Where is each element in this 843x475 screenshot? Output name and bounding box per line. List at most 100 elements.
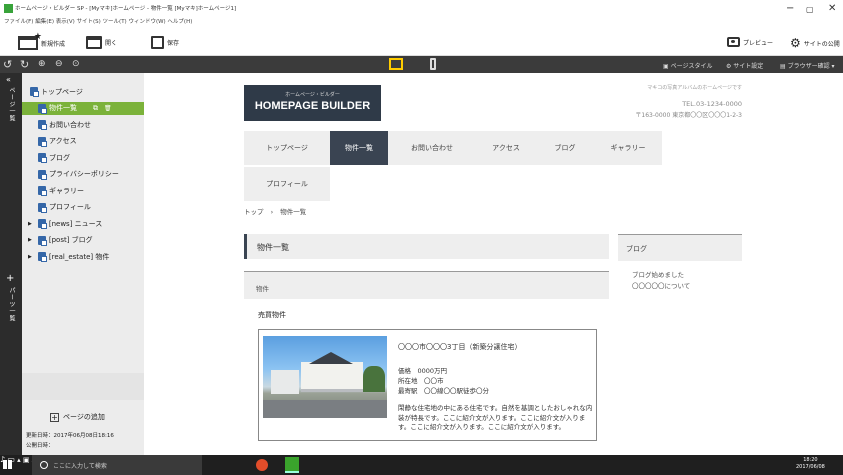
undo-icon[interactable]: ↺ xyxy=(3,58,12,71)
blog-item[interactable]: 〇〇〇〇〇について xyxy=(632,280,690,290)
page-icon xyxy=(37,219,47,229)
sidebar-tree-item[interactable]: ▶ [post] ブログ xyxy=(22,234,144,247)
plus-icon[interactable]: + xyxy=(6,273,14,284)
new-button[interactable]: ★ 新規作成 xyxy=(18,32,66,50)
search-placeholder: ここに入力して検索 xyxy=(53,462,107,470)
tree-item-label: プロフィール xyxy=(49,203,91,211)
page-style-button[interactable]: ▣ ページスタイル xyxy=(663,61,712,70)
app-browser-icon[interactable] xyxy=(256,459,268,471)
tree-item-label: 物件一覧 xyxy=(49,104,77,112)
site-address: 〒163-0000 東京都〇〇区〇〇〇1-2-3 xyxy=(635,112,742,119)
web-page-preview: ホームページ・ビルダー HOMEPAGE BUILDER マキコの写真アルバムの… xyxy=(244,73,742,455)
save-button[interactable]: 保存 xyxy=(151,36,179,49)
sidebar-tree-item[interactable]: アクセス xyxy=(22,135,144,148)
add-page-label: ページの追加 xyxy=(63,413,105,421)
breadcrumb-home[interactable]: トップ xyxy=(244,208,264,216)
sidebar-tree-item[interactable]: ブログ xyxy=(22,151,144,164)
breadcrumb: トップ › 物件一覧 xyxy=(244,206,306,216)
tree-item-label: トップページ xyxy=(41,87,83,96)
sidebar-tree-item[interactable]: ギャラリー xyxy=(22,184,144,197)
nav-item-profile[interactable]: プロフィール xyxy=(244,167,330,201)
sidebar-tree-item[interactable]: お問い合わせ xyxy=(22,118,144,131)
nav-item[interactable]: アクセス xyxy=(476,131,536,165)
new-label: 新規作成 xyxy=(41,40,66,48)
nav-item[interactable]: ブログ xyxy=(536,131,594,165)
breadcrumb-current: 物件一覧 xyxy=(280,208,307,216)
sidebar-tree-item[interactable]: トップページ xyxy=(22,85,144,98)
page-list-tab[interactable]: ページ一覧 xyxy=(7,87,16,122)
app-icon xyxy=(4,4,13,13)
blog-widget-heading: ブログ xyxy=(618,234,742,261)
delete-page-icon[interactable]: 🗑 xyxy=(104,105,112,112)
preview-button[interactable]: プレビュー xyxy=(727,37,773,47)
property-card[interactable]: 〇〇〇市〇〇〇3丁目（新築分譲住宅） 価格 0000万円 所在地 〇〇市 最寄駅… xyxy=(258,329,597,441)
sidebar-footer: + ページの追加 更新日時：2017年06月08日18:16 公開日時： xyxy=(22,400,144,455)
site-tagline: マキコの写真アルバムのホームページです xyxy=(647,85,742,91)
page-icon xyxy=(38,103,47,114)
open-icon xyxy=(86,36,102,49)
tree-item-label: [news] ニュース xyxy=(48,219,103,228)
sidebar-tree-item[interactable]: ▶ [news] ニュース xyxy=(22,217,144,230)
sidebar-tree-item[interactable]: プライバシーポリシー xyxy=(22,168,144,181)
menu-bar[interactable]: ファイル(F) 編集(E) 表示(V) サイト(S) ツール(T) ウィンドウ(… xyxy=(4,17,192,25)
parts-list-tab[interactable]: パーツ一覧 xyxy=(7,287,16,322)
sidebar-tree-item[interactable]: ▶ [real_estate] 物件 xyxy=(22,250,144,263)
minimize-button[interactable]: − xyxy=(786,3,794,14)
add-page-button[interactable]: + ページの追加 xyxy=(50,412,105,422)
tree-item-label: お問い合わせ xyxy=(49,120,91,129)
site-publish-button[interactable]: ⚙ サイトの公開 xyxy=(790,36,840,50)
property-photo[interactable] xyxy=(263,336,387,418)
tree-item-label: [real_estate] 物件 xyxy=(48,252,110,261)
collapse-icon[interactable]: « xyxy=(6,75,11,84)
taskbar-search-input[interactable]: ここに入力して検索 xyxy=(32,455,202,475)
browser-check-button[interactable]: ▤ ブラウザー確認 ▾ xyxy=(780,61,835,70)
logo-text: HOMEPAGE BUILDER xyxy=(254,100,371,112)
mobile-view-icon[interactable] xyxy=(430,58,436,70)
redo-icon[interactable]: ↻ xyxy=(20,58,29,71)
nav-item[interactable]: お問い合わせ xyxy=(388,131,476,165)
zoom-reset-icon[interactable]: ⊙ xyxy=(72,59,80,69)
nav-item[interactable]: トップページ xyxy=(244,131,330,165)
app-homepage-builder-icon[interactable] xyxy=(285,457,299,473)
site-settings-button[interactable]: ⚙ サイト設定 xyxy=(726,61,763,70)
section-label: 売買物件 xyxy=(258,311,286,319)
nav-item[interactable]: ギャラリー xyxy=(594,131,662,165)
page-icon xyxy=(30,87,39,97)
tree-item-label: ブログ xyxy=(49,153,70,162)
subheading: 物件 xyxy=(256,285,269,293)
property-title[interactable]: 〇〇〇市〇〇〇3丁目（新築分譲住宅） xyxy=(398,342,521,352)
new-page-icon: ★ xyxy=(18,32,42,50)
maximize-button[interactable]: ▢ xyxy=(806,5,814,14)
property-price: 価格 0000万円 xyxy=(398,367,448,375)
site-logo[interactable]: ホームページ・ビルダー HOMEPAGE BUILDER xyxy=(244,85,381,121)
page-icon xyxy=(38,136,47,147)
expand-arrow-icon[interactable]: ▶ xyxy=(28,254,32,260)
breadcrumb-separator: › xyxy=(270,208,274,216)
close-button[interactable]: ✕ xyxy=(828,3,836,14)
copy-page-icon[interactable]: ⧉ xyxy=(93,104,98,113)
sidebar-tree-item[interactable]: プロフィール xyxy=(22,201,144,214)
page-tree: トップページ 物件一覧 ⧉ 🗑 お問い合わせアクセスブログプライバシーポリシーギャラリー… xyxy=(22,73,144,373)
page-icon xyxy=(38,169,47,180)
zoom-in-icon[interactable]: ⊕ xyxy=(38,59,46,69)
editor-canvas: ホームページ・ビルダー HOMEPAGE BUILDER マキコの写真アルバムの… xyxy=(144,73,843,455)
sidebar-tree-item[interactable]: 物件一覧 ⧉ 🗑 xyxy=(22,101,144,115)
title-bar: ホームページ・ビルダー SP - [Myマキ]ホームページ - 物件一覧 [My… xyxy=(0,0,843,30)
expand-arrow-icon[interactable]: ▶ xyxy=(28,237,32,243)
page-icon xyxy=(38,186,47,196)
clock-time: 18:20 xyxy=(803,457,818,463)
page-icon xyxy=(37,235,47,246)
zoom-out-icon[interactable]: ⊖ xyxy=(55,59,63,69)
pc-view-icon[interactable] xyxy=(389,58,403,70)
page-icon xyxy=(38,120,47,130)
nav-item[interactable]: 物件一覧 xyxy=(330,131,388,165)
expand-arrow-icon[interactable]: ▶ xyxy=(28,221,32,227)
tree-item-label: [post] ブログ xyxy=(48,236,93,244)
gear-globe-icon: ⚙ xyxy=(790,36,801,50)
property-location: 所在地 〇〇市 xyxy=(398,377,444,385)
windows-start-icon[interactable] xyxy=(3,460,12,469)
open-button[interactable]: 開く xyxy=(86,36,117,49)
clock[interactable]: 18:20 2017/06/08 xyxy=(796,457,825,471)
tree-item-label: プライバシーポリシー xyxy=(49,170,119,178)
blog-item[interactable]: ブログ始めました xyxy=(632,269,684,279)
